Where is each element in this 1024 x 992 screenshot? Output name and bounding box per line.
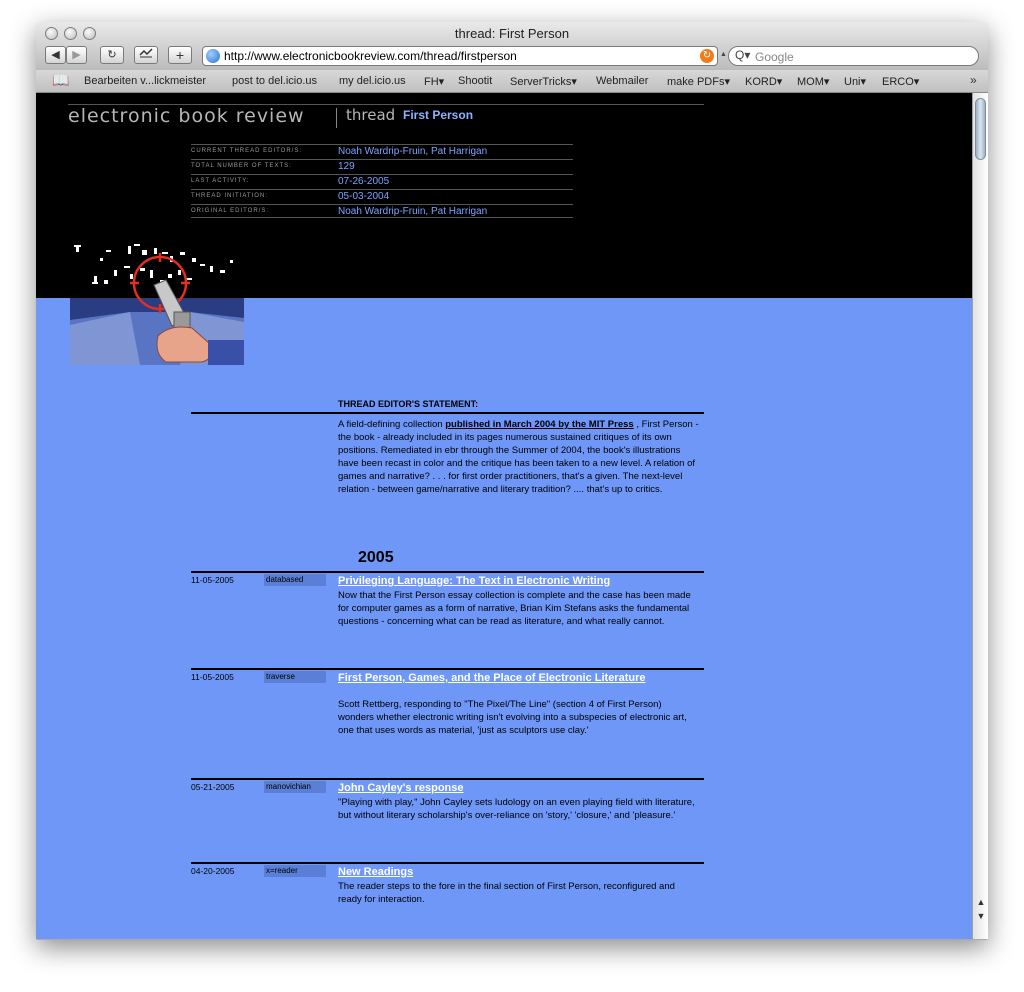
search-placeholder: Google [755, 50, 794, 64]
forward-button[interactable]: ▶ [66, 46, 87, 64]
entry-rule [191, 862, 704, 864]
info-label: ORIGINAL EDITOR/S: [191, 208, 270, 214]
thread-info-row: ORIGINAL EDITOR/S: Noah Wardrip-Fruin, P… [191, 204, 573, 218]
entry-title-link[interactable]: New Readings [338, 866, 668, 878]
bookmark-item[interactable]: my del.icio.us [339, 75, 406, 87]
bookmarks-book-icon[interactable]: 📖 [52, 72, 69, 89]
section-rule [191, 412, 704, 414]
entry-date: 11-05-2005 [191, 672, 234, 682]
window-title: thread: First Person [454, 26, 570, 41]
thread-info-row: THREAD INITIATION: 05-03-2004 [191, 189, 573, 203]
bookmark-item[interactable]: post to del.icio.us [232, 75, 317, 87]
entry-tag[interactable]: databased [264, 574, 326, 586]
scrollbar-thumb[interactable] [975, 98, 986, 160]
rss-icon[interactable]: ↻ [700, 49, 714, 63]
info-label: LAST ACTIVITY: [191, 178, 250, 184]
statement-heading: THREAD EDITOR'S STATEMENT: [338, 399, 479, 409]
vertical-scrollbar[interactable]: ▲ ▼ [972, 93, 988, 939]
info-value[interactable]: Noah Wardrip-Fruin, Pat Harrigan [338, 146, 487, 157]
url-text: http://www.electronicbookreview.com/thre… [224, 49, 517, 63]
entry-tag[interactable]: traverse [264, 671, 326, 683]
add-bookmark-button[interactable]: + [168, 46, 192, 64]
browser-window: thread: First Person ◀ ▶ ↻ + http://www.… [36, 22, 988, 940]
bookmarks-bar: 📖 Bearbeiten v...lickmeister post to del… [36, 70, 988, 93]
thread-illustration [70, 240, 244, 365]
bookmark-item[interactable]: ERCO▾ [882, 75, 919, 88]
entry-description: The reader steps to the fore in the fina… [338, 881, 675, 905]
snapback-icon [139, 48, 153, 58]
info-label: CURRENT THREAD EDITOR/S: [191, 148, 303, 154]
entry-title-link[interactable]: Privileging Language: The Text in Electr… [338, 575, 668, 587]
bookmark-item[interactable]: ServerTricks▾ [510, 75, 577, 88]
globe-icon [206, 49, 220, 63]
page-content: electronic book review thread First Pers… [36, 93, 972, 939]
info-value: 05-03-2004 [338, 191, 390, 202]
thread-info-row: CURRENT THREAD EDITOR/S: Noah Wardrip-Fr… [191, 144, 573, 158]
entry-date: 04-20-2005 [191, 866, 235, 876]
bookmarks-overflow-icon[interactable]: » [970, 73, 977, 87]
status-bar [36, 939, 988, 940]
entry-description: "Playing with play," John Cayley sets lu… [338, 797, 695, 821]
search-icon: Q▾ [735, 48, 751, 62]
statement-text-start: A field-defining collection [338, 419, 446, 430]
entry-tag[interactable]: manovichian [264, 781, 326, 793]
thread-name: First Person [403, 108, 474, 122]
bookmark-item[interactable]: KORD▾ [745, 75, 782, 88]
snapback-button[interactable] [134, 46, 158, 64]
reload-button[interactable]: ↻ [100, 46, 124, 64]
scroll-up-arrow-icon[interactable]: ▲ [975, 897, 987, 907]
entry-title-link[interactable]: First Person, Games, and the Place of El… [338, 672, 668, 684]
thread-label: thread [346, 106, 396, 124]
bookmark-item[interactable]: make PDFs▾ [667, 75, 730, 88]
thread-info-row: LAST ACTIVITY: 07-26-2005 [191, 174, 573, 188]
address-bar[interactable]: http://www.electronicbookreview.com/thre… [202, 46, 718, 66]
site-logo-text[interactable]: electronic book review [68, 105, 305, 127]
entry-title-link[interactable]: John Cayley's response [338, 782, 668, 794]
entry-rule [191, 571, 704, 573]
thread-info-row: TOTAL NUMBER OF TEXTS: 129 [191, 159, 573, 173]
bookmark-item[interactable]: MOM▾ [797, 75, 829, 88]
dropdown-caret-icon: ▲ [720, 51, 727, 58]
back-button[interactable]: ◀ [45, 46, 66, 64]
entry-date: 05-21-2005 [191, 782, 235, 792]
entry-date: 11-05-2005 [191, 575, 234, 585]
info-value: 07-26-2005 [338, 176, 390, 187]
statement-text: A field-defining collection published in… [338, 418, 700, 496]
bookmark-item[interactable]: Bearbeiten v...lickmeister [84, 75, 206, 87]
info-bottom-rule [191, 217, 573, 218]
year-heading: 2005 [358, 549, 394, 566]
title-bar: thread: First Person ◀ ▶ ↻ + http://www.… [36, 22, 988, 70]
info-value[interactable]: Noah Wardrip-Fruin, Pat Harrigan [338, 206, 487, 217]
header-separator [336, 108, 337, 128]
mit-press-link[interactable]: published in March 2004 by the MIT Press [445, 419, 633, 430]
statement-text-rest: , First Person - the book - already incl… [338, 419, 699, 495]
scroll-down-arrow-icon[interactable]: ▼ [975, 911, 987, 921]
entry-description: Now that the First Person essay collecti… [338, 590, 691, 627]
bookmark-item[interactable]: Webmailer [596, 75, 648, 87]
info-label: TOTAL NUMBER OF TEXTS: [191, 163, 292, 169]
bookmark-item[interactable]: FH▾ [424, 75, 444, 88]
info-value: 129 [338, 161, 355, 172]
entry-rule [191, 778, 704, 780]
entry-tag[interactable]: x=reader [264, 865, 326, 877]
info-label: THREAD INITIATION: [191, 193, 268, 199]
bookmark-item[interactable]: Shootit [458, 75, 492, 87]
search-input[interactable]: Q▾ Google [728, 46, 979, 66]
entry-description: Scott Rettberg, responding to "The Pixel… [338, 699, 687, 736]
bookmark-item[interactable]: Uni▾ [844, 75, 866, 88]
entry-rule [191, 668, 704, 670]
